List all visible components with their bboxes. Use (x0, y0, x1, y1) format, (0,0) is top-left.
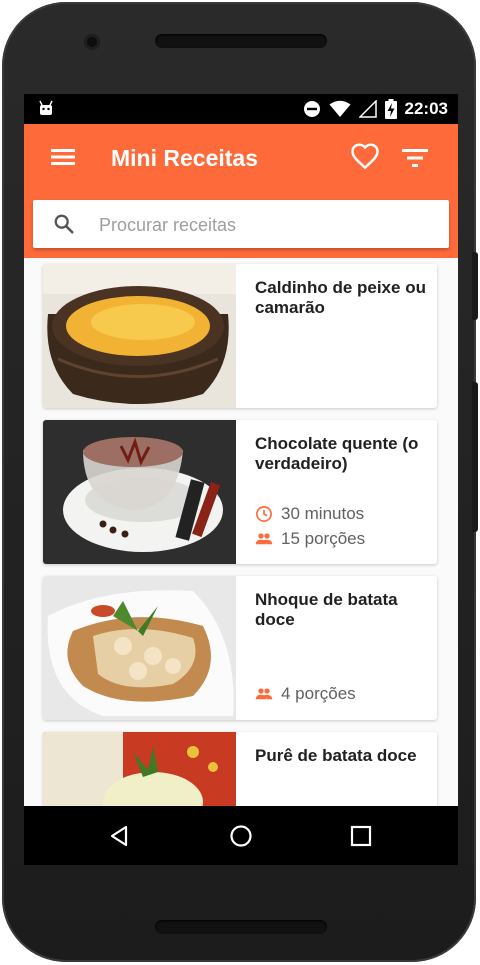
search-input[interactable] (97, 200, 441, 250)
recipe-title: Purê de batata doce (255, 746, 417, 765)
recipe-image-chocolate (43, 420, 236, 564)
signal-icon (358, 100, 377, 118)
recipe-card[interactable]: Caldinho de peixe ou camarão (43, 264, 437, 408)
recipe-card[interactable]: Purê de batata doce (43, 732, 437, 806)
recipe-servings: 4 porções (255, 684, 356, 704)
search-icon (54, 214, 74, 234)
front-camera (84, 34, 100, 50)
recipe-card[interactable]: Nhoque de batata doce 4 porções (43, 576, 437, 720)
recipe-list[interactable]: Caldinho de peixe ou camarão Chocolate q… (24, 258, 458, 806)
recipe-servings-label: 4 porções (281, 684, 356, 703)
status-bar: 22:03 (24, 94, 458, 124)
recipe-image-nhoque (43, 576, 236, 720)
phone-frame: 22:03 Mini Receitas Procurar receitas Ca… (2, 2, 478, 962)
recents-icon[interactable] (347, 822, 375, 850)
top-speaker (155, 34, 327, 48)
recipe-title: Chocolate quente (o verdadeiro) (255, 434, 419, 473)
recipe-title: Caldinho de peixe ou camarão (255, 278, 426, 317)
menu-icon[interactable] (50, 144, 76, 170)
back-icon[interactable] (106, 822, 134, 850)
wifi-icon (329, 100, 351, 117)
do-not-disturb-icon (303, 101, 320, 117)
recipe-image-caldinho (43, 264, 236, 408)
search-bar[interactable] (33, 200, 449, 250)
recipe-time: 30 minutos (255, 504, 364, 524)
bottom-speaker (155, 920, 327, 934)
status-time: 22:03 (404, 99, 448, 118)
app-bar: Mini Receitas (24, 124, 458, 258)
volume-button[interactable] (472, 252, 478, 320)
screen: 22:03 Mini Receitas Procurar receitas Ca… (24, 94, 458, 865)
recipe-image-pure (43, 732, 236, 806)
app-title: Mini Receitas (111, 145, 258, 171)
people-icon (255, 533, 273, 545)
recipe-servings-label: 15 porções (281, 529, 366, 548)
clock-icon (256, 506, 272, 522)
home-icon[interactable] (227, 822, 255, 850)
people-icon (255, 688, 273, 700)
recipe-servings: 15 porções (255, 529, 365, 549)
recipe-card[interactable]: Chocolate quente (o verdadeiro) 30 minut… (43, 420, 437, 564)
filter-icon[interactable] (400, 143, 430, 173)
heart-icon[interactable] (350, 142, 380, 172)
battery-charging-icon (384, 99, 397, 119)
recipe-title: Nhoque de batata doce (255, 590, 398, 629)
android-notification-icon (39, 100, 53, 115)
recipe-time-label: 30 minutos (281, 504, 365, 523)
navigation-bar (24, 806, 458, 865)
power-button[interactable] (472, 382, 478, 532)
